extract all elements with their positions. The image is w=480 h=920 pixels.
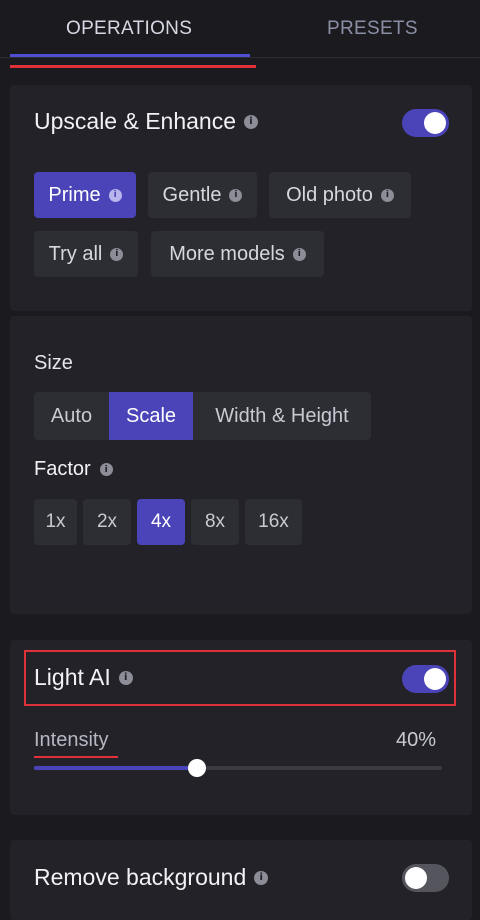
factor-4x-button[interactable]: 4x	[137, 499, 185, 545]
remove-background-toggle[interactable]	[402, 864, 449, 892]
model-prime-button[interactable]: Prime i	[34, 172, 136, 218]
intensity-label: Intensity	[34, 729, 109, 751]
info-icon[interactable]: i	[254, 870, 269, 885]
tab-operations[interactable]: OPERATIONS	[66, 18, 192, 40]
factor-label-text: Factor	[34, 458, 91, 480]
model-label: Old photo	[286, 183, 373, 206]
active-tab-indicator	[10, 54, 250, 57]
upscale-title-text: Upscale & Enhance	[34, 108, 237, 134]
model-label: More models	[169, 242, 285, 265]
factor-8x-button[interactable]: 8x	[191, 499, 239, 545]
info-icon[interactable]: i	[380, 188, 394, 202]
upscale-toggle[interactable]	[402, 109, 449, 137]
remove-background-title-text: Remove background	[34, 864, 247, 890]
info-icon[interactable]: i	[292, 247, 306, 261]
light-ai-title-text: Light AI	[34, 664, 111, 690]
tab-presets[interactable]: PRESETS	[327, 18, 418, 40]
model-label: Gentle	[162, 183, 222, 206]
toggle-knob	[424, 668, 446, 690]
factor-1x-button[interactable]: 1x	[34, 499, 77, 545]
model-gentle-button[interactable]: Gentle i	[148, 172, 257, 218]
intensity-slider-fill	[34, 766, 198, 770]
toggle-knob	[405, 867, 427, 889]
more-models-button[interactable]: More models i	[151, 231, 324, 277]
upscale-title: Upscale & Enhance i	[34, 108, 259, 135]
highlight-underline-tab	[10, 65, 256, 68]
light-ai-toggle[interactable]	[402, 665, 449, 693]
info-icon[interactable]: i	[108, 188, 122, 202]
tab-divider	[0, 57, 480, 58]
size-scale-option[interactable]: Scale	[109, 392, 193, 440]
info-icon[interactable]: i	[110, 247, 124, 261]
light-ai-title: Light AI i	[34, 664, 133, 691]
model-label: Prime	[48, 183, 101, 206]
model-old-photo-button[interactable]: Old photo i	[269, 172, 411, 218]
size-label: Size	[34, 352, 73, 374]
model-label: Try all	[48, 242, 103, 265]
info-icon[interactable]: i	[118, 670, 133, 685]
factor-16x-button[interactable]: 16x	[245, 499, 302, 545]
size-auto-option[interactable]: Auto	[34, 392, 109, 440]
remove-background-title: Remove background i	[34, 864, 269, 891]
factor-label: Factor i	[34, 458, 113, 481]
intensity-value: 40%	[396, 729, 437, 751]
size-mode-selector: Auto Scale Width & Height	[34, 392, 371, 440]
toggle-knob	[424, 112, 446, 134]
factor-2x-button[interactable]: 2x	[83, 499, 131, 545]
model-try-all-button[interactable]: Try all i	[34, 231, 138, 277]
info-icon[interactable]: i	[229, 188, 243, 202]
info-icon[interactable]: i	[99, 463, 113, 476]
info-icon[interactable]: i	[244, 114, 259, 129]
size-width-height-option[interactable]: Width & Height	[193, 392, 371, 440]
highlight-underline-intensity	[34, 756, 118, 758]
